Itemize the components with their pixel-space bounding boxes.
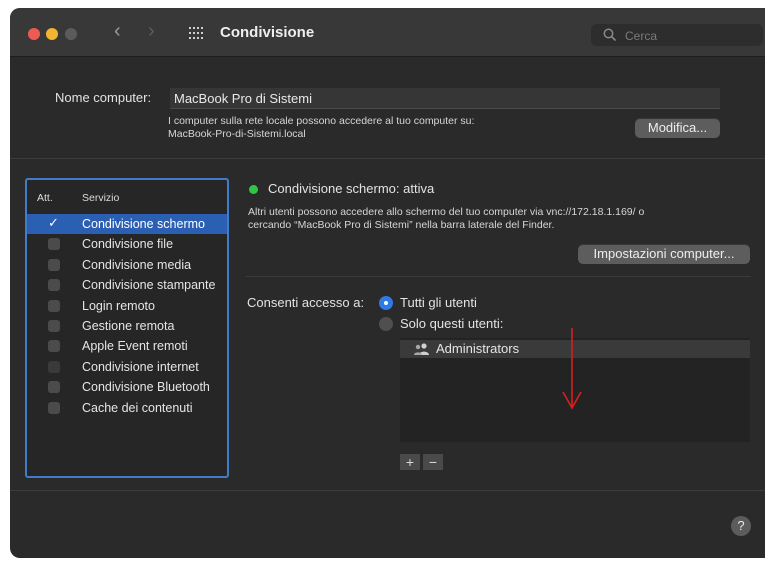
service-label: Condivisione Bluetooth xyxy=(82,380,210,395)
service-row[interactable]: Gestione remota xyxy=(27,316,227,336)
service-checkbox[interactable] xyxy=(48,258,60,271)
sharing-status: Condivisione schermo: attiva xyxy=(268,181,435,196)
computer-settings-button[interactable]: Impostazioni computer... xyxy=(578,244,750,264)
service-row[interactable]: Condivisione media xyxy=(27,255,227,275)
search-field[interactable] xyxy=(591,24,763,46)
services-header-on: Att. xyxy=(37,192,53,204)
remove-user-button[interactable]: − xyxy=(423,454,443,470)
description-line2: cercando “MacBook Pro di Sistemi” nella … xyxy=(248,219,555,231)
service-label: Condivisione internet xyxy=(82,359,199,374)
search-input[interactable] xyxy=(623,26,757,46)
computer-name-input[interactable] xyxy=(170,88,720,108)
description-line1: Altri utenti possono accedere allo scher… xyxy=(248,206,645,218)
network-address: MacBook-Pro-di-Sistemi.local xyxy=(168,128,306,140)
service-checkbox[interactable] xyxy=(48,299,60,312)
radio-only-these-users-label[interactable]: Solo questi utenti: xyxy=(400,316,503,331)
forward-chevron-icon[interactable]: › xyxy=(148,20,155,43)
title-bar: ‹ › Condivisione xyxy=(10,8,765,57)
service-checkbox[interactable] xyxy=(48,360,60,373)
service-row[interactable]: Condivisione file xyxy=(27,234,227,254)
window-title: Condivisione xyxy=(220,24,315,41)
service-row[interactable]: Condivisione internet xyxy=(27,357,227,377)
divider xyxy=(10,158,765,159)
service-row[interactable]: Condivisione Bluetooth xyxy=(27,377,227,397)
service-label: Login remoto xyxy=(82,298,155,313)
annotation-arrow-icon xyxy=(562,328,582,410)
divider xyxy=(246,276,751,277)
service-label: Condivisione schermo xyxy=(82,217,205,231)
divider xyxy=(10,490,765,491)
service-checkbox[interactable] xyxy=(48,320,60,332)
computer-name-label: Nome computer: xyxy=(55,90,152,105)
network-info-line1: I computer sulla rete locale possono acc… xyxy=(168,115,475,127)
close-button[interactable] xyxy=(28,28,40,40)
service-checkbox[interactable] xyxy=(48,401,60,414)
edit-name-button[interactable]: Modifica... xyxy=(635,118,720,138)
service-label: Apple Event remoti xyxy=(82,339,188,354)
service-label: Gestione remota xyxy=(82,319,175,333)
computer-name-field[interactable] xyxy=(170,88,720,109)
show-all-grid-icon[interactable] xyxy=(189,27,203,39)
radio-all-users[interactable] xyxy=(379,296,393,310)
service-checkbox[interactable] xyxy=(48,340,60,353)
services-header-service: Servizio xyxy=(82,192,120,204)
service-checkbox[interactable] xyxy=(48,279,60,292)
services-list[interactable]: Att. Servizio Condivisione schermo Condiv… xyxy=(25,178,229,478)
radio-only-these-users[interactable] xyxy=(379,317,393,331)
service-label: Condivisione stampante xyxy=(82,278,216,293)
service-checkbox[interactable] xyxy=(48,215,60,231)
minimize-button[interactable] xyxy=(46,28,58,40)
service-row[interactable]: Condivisione stampante xyxy=(27,275,227,295)
zoom-button[interactable] xyxy=(65,28,77,40)
system-preferences-window: ‹ › Condivisione Nome computer: I comput… xyxy=(10,8,765,558)
radio-all-users-label[interactable]: Tutti gli utenti xyxy=(400,295,477,310)
search-icon xyxy=(603,28,617,42)
service-row[interactable]: Apple Event remoti xyxy=(27,336,227,356)
group-icon xyxy=(414,343,429,355)
service-row[interactable]: Condivisione schermo xyxy=(27,214,227,234)
service-label: Cache dei contenuti xyxy=(82,400,193,415)
service-checkbox[interactable] xyxy=(48,238,60,251)
help-button[interactable]: ? xyxy=(731,516,751,536)
user-group-name: Administrators xyxy=(436,341,520,356)
status-indicator xyxy=(249,185,258,194)
service-row[interactable]: Cache dei contenuti xyxy=(27,398,227,418)
service-label: Condivisione file xyxy=(82,237,174,252)
service-checkbox[interactable] xyxy=(48,381,60,394)
allow-access-label: Consenti accesso a: xyxy=(247,295,365,310)
service-label: Condivisione media xyxy=(82,257,192,272)
add-user-button[interactable]: + xyxy=(400,454,420,470)
service-row[interactable]: Login remoto xyxy=(27,296,227,316)
back-chevron-icon[interactable]: ‹ xyxy=(114,20,121,43)
